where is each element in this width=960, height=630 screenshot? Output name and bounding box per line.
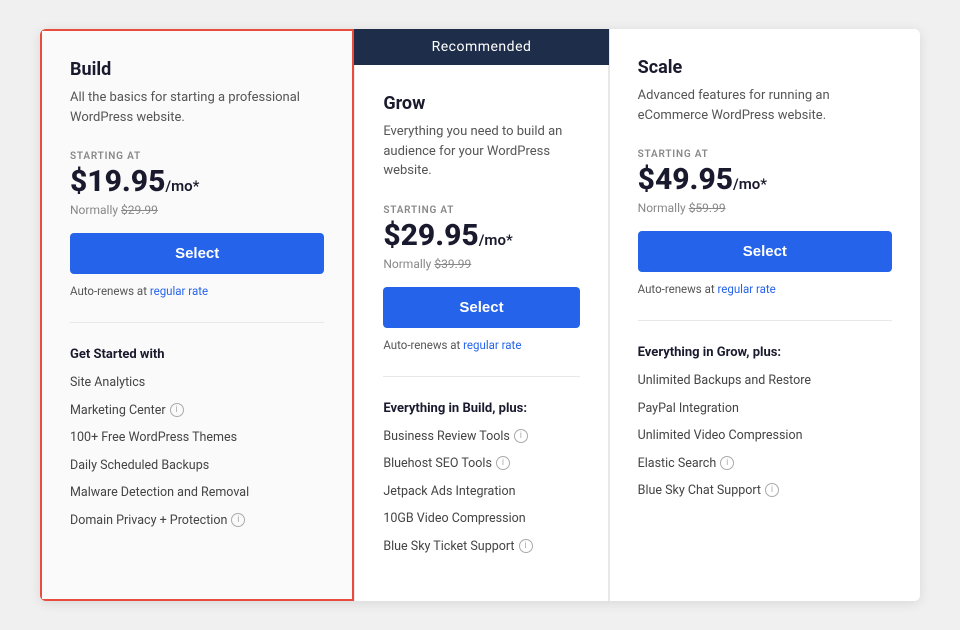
plan-wrapper-grow: Recommended Grow Everything you need to … <box>354 29 608 601</box>
price-suffix-grow: /mo* <box>479 231 513 249</box>
info-icon: i <box>765 483 779 497</box>
price-suffix-build: /mo* <box>165 177 199 195</box>
feature-grow-2: Jetpack Ads Integration <box>383 483 579 501</box>
feature-scale-4: Blue Sky Chat Support i <box>638 482 892 500</box>
price-line-scale: $49.95 /mo* <box>638 162 892 197</box>
price-normal-grow: Normally $39.99 <box>383 257 579 271</box>
divider-grow <box>383 376 579 377</box>
regular-rate-link-scale[interactable]: regular rate <box>717 282 775 296</box>
feature-scale-3: Elastic Search i <box>638 455 892 473</box>
price-amount-scale: $49.95 <box>638 162 733 197</box>
feature-build-3: Daily Scheduled Backups <box>70 457 324 475</box>
feature-grow-1: Bluehost SEO Tools i <box>383 455 579 473</box>
features-heading-grow: Everything in Build, plus: <box>383 401 579 416</box>
feature-grow-0: Business Review Tools i <box>383 428 579 446</box>
price-amount-build: $19.95 <box>70 164 165 199</box>
plan-card-scale: Scale Advanced features for running an e… <box>609 29 920 601</box>
feature-build-1: Marketing Center i <box>70 402 324 420</box>
feature-build-4: Malware Detection and Removal <box>70 484 324 502</box>
plan-name-scale: Scale <box>638 57 892 78</box>
plan-name-build: Build <box>70 59 324 80</box>
regular-rate-link-grow[interactable]: regular rate <box>463 338 521 352</box>
price-line-grow: $29.95 /mo* <box>383 218 579 253</box>
price-amount-grow: $29.95 <box>383 218 478 253</box>
features-heading-scale: Everything in Grow, plus: <box>638 345 892 360</box>
auto-renew-scale: Auto-renews at regular rate <box>638 282 892 296</box>
features-heading-build: Get Started with <box>70 347 324 362</box>
info-icon: i <box>514 429 528 443</box>
price-suffix-scale: /mo* <box>733 175 767 193</box>
select-button-scale[interactable]: Select <box>638 231 892 272</box>
plan-desc-grow: Everything you need to build an audience… <box>383 122 579 181</box>
pricing-wrapper: Build All the basics for starting a prof… <box>40 29 920 601</box>
plan-desc-build: All the basics for starting a profession… <box>70 88 324 127</box>
feature-scale-0: Unlimited Backups and Restore <box>638 372 892 390</box>
regular-rate-link-build[interactable]: regular rate <box>150 284 208 298</box>
feature-build-2: 100+ Free WordPress Themes <box>70 429 324 447</box>
divider-scale <box>638 320 892 321</box>
select-button-grow[interactable]: Select <box>383 287 579 328</box>
info-icon: i <box>496 456 510 470</box>
info-icon: i <box>519 539 533 553</box>
price-line-build: $19.95 /mo* <box>70 164 324 199</box>
info-icon: i <box>170 403 184 417</box>
price-normal-build: Normally $29.99 <box>70 203 324 217</box>
plan-card-grow: Grow Everything you need to build an aud… <box>354 65 608 601</box>
feature-build-0: Site Analytics <box>70 374 324 392</box>
feature-scale-1: PayPal Integration <box>638 400 892 418</box>
feature-grow-3: 10GB Video Compression <box>383 510 579 528</box>
starting-at-grow: STARTING AT <box>383 205 579 216</box>
info-icon: i <box>231 513 245 527</box>
starting-at-build: STARTING AT <box>70 151 324 162</box>
divider-build <box>70 322 324 323</box>
plan-name-grow: Grow <box>383 93 579 114</box>
select-button-build[interactable]: Select <box>70 233 324 274</box>
starting-at-scale: STARTING AT <box>638 149 892 160</box>
recommended-badge: Recommended <box>354 29 608 65</box>
price-normal-scale: Normally $59.99 <box>638 201 892 215</box>
plan-desc-scale: Advanced features for running an eCommer… <box>638 86 892 125</box>
feature-build-5: Domain Privacy + Protection i <box>70 512 324 530</box>
info-icon: i <box>720 456 734 470</box>
feature-scale-2: Unlimited Video Compression <box>638 427 892 445</box>
plan-card-build: Build All the basics for starting a prof… <box>40 29 354 601</box>
auto-renew-build: Auto-renews at regular rate <box>70 284 324 298</box>
auto-renew-grow: Auto-renews at regular rate <box>383 338 579 352</box>
feature-grow-4: Blue Sky Ticket Support i <box>383 538 579 556</box>
